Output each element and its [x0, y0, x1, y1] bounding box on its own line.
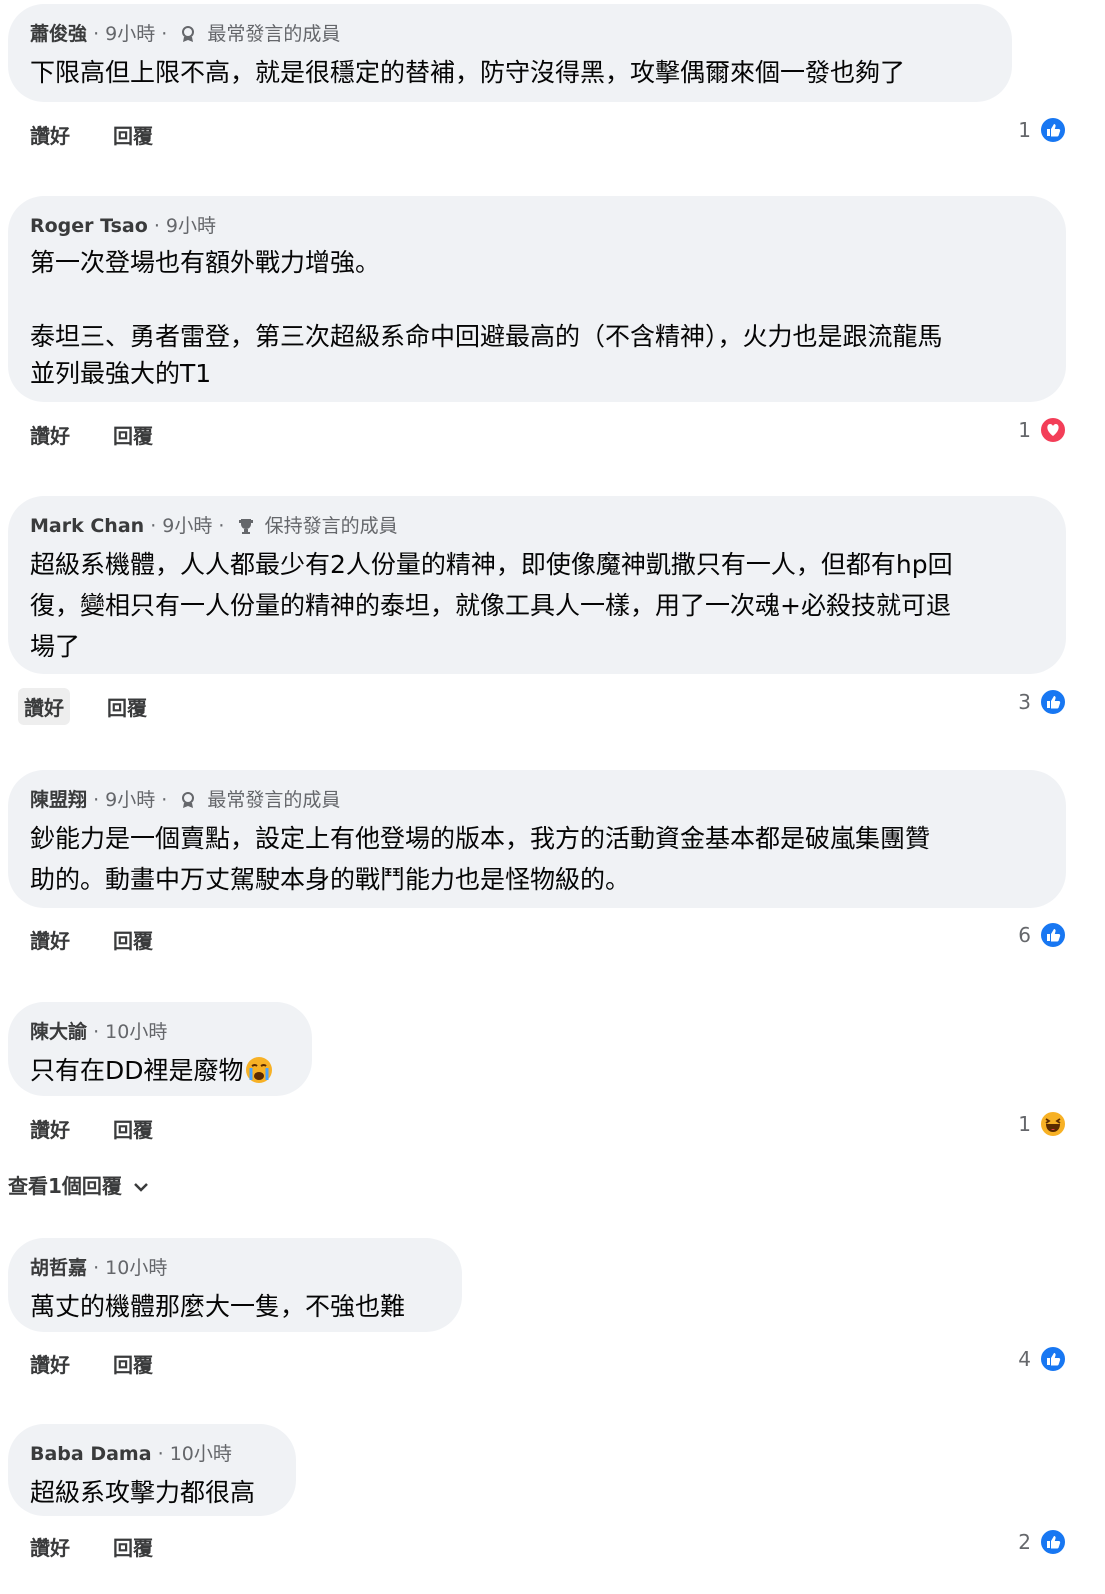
comment-actions: 讚好 回覆: [24, 1528, 183, 1565]
member-badge: 最常發言的成員: [207, 789, 341, 811]
reply-button[interactable]: 回覆: [107, 116, 159, 153]
like-button[interactable]: 讚好: [24, 116, 76, 153]
like-button[interactable]: 讚好: [18, 688, 70, 725]
comment-actions: 讚好 回覆: [18, 688, 177, 725]
comment-text: 超級系機體，人人都最少有2人份量的精神，即使像魔神凱撒只有一人，但都有hp回 復…: [30, 550, 953, 661]
reaction-count: 4: [1018, 1347, 1031, 1371]
like-button[interactable]: 讚好: [24, 1528, 76, 1565]
comment-text: 萬丈的機體那麼大一隻，不強也難: [30, 1292, 406, 1321]
comment-actions: 讚好 回覆: [24, 416, 183, 453]
reply-button[interactable]: 回覆: [107, 1345, 159, 1382]
reaction-count: 1: [1018, 1112, 1031, 1136]
comment-author[interactable]: 蕭俊強: [30, 23, 87, 45]
reaction-summary[interactable]: 6: [1018, 921, 1067, 949]
chevron-down-icon: [134, 1183, 148, 1192]
reaction-summary[interactable]: 4: [1018, 1345, 1067, 1373]
comment-meta: 陳盟翔 · 9小時 · 最常發言的成員: [30, 788, 1044, 812]
reaction-count: 1: [1018, 418, 1031, 442]
like-icon: [1039, 921, 1067, 949]
like-icon: [1039, 116, 1067, 144]
comment-meta: Baba Dama · 10小時: [30, 1442, 274, 1466]
comment-bubble: 陳盟翔 · 9小時 · 最常發言的成員 鈔能力是一個賣點，設定上有他登場的版本，…: [8, 770, 1066, 908]
comment-author[interactable]: 胡哲嘉: [30, 1257, 87, 1279]
reaction-summary[interactable]: 2: [1018, 1528, 1067, 1556]
comment-meta: 陳大諭 · 10小時: [30, 1020, 290, 1044]
reaction-count: 6: [1018, 923, 1031, 947]
reaction-count: 3: [1018, 690, 1031, 714]
member-icon: [179, 25, 197, 49]
comment-actions: 讚好 回覆: [24, 921, 183, 958]
comment-bubble: 胡哲嘉 · 10小時 萬丈的機體那麼大一隻，不強也難: [8, 1238, 462, 1332]
comment-time[interactable]: · 9小時: [154, 215, 216, 237]
comment-author[interactable]: Mark Chan: [30, 515, 144, 537]
like-icon: [1039, 688, 1067, 716]
reaction-summary[interactable]: 1: [1018, 1110, 1067, 1138]
reply-button[interactable]: 回覆: [107, 1110, 159, 1147]
reaction-count: 1: [1018, 118, 1031, 142]
comment-actions: 讚好 回覆: [24, 1110, 183, 1147]
comment-text: 超級系攻擊力都很高: [30, 1478, 256, 1507]
comment-bubble: 蕭俊強 · 9小時 · 最常發言的成員 下限高但上限不高，就是很穩定的替補，防守…: [8, 4, 1012, 102]
comment-bubble: 陳大諭 · 10小時 只有在DD裡是廢物: [8, 1002, 312, 1096]
comment-time[interactable]: · 9小時 ·: [93, 23, 167, 45]
comment-time[interactable]: · 10小時: [158, 1443, 232, 1465]
member-badge: 最常發言的成員: [207, 23, 341, 45]
comment-meta: 蕭俊強 · 9小時 · 最常發言的成員: [30, 22, 990, 46]
comment-text: 鈔能力是一個賣點，設定上有他登場的版本，我方的活動資金基本都是破嵐集團贊 助的。…: [30, 824, 931, 894]
haha-icon: [1039, 1110, 1067, 1138]
reaction-summary[interactable]: 3: [1018, 688, 1067, 716]
comment-text-content: 只有在DD裡是廢物: [30, 1056, 244, 1085]
comment-meta: Roger Tsao · 9小時: [30, 214, 1044, 238]
reaction-summary[interactable]: 1: [1018, 416, 1067, 444]
like-icon: [1039, 1528, 1067, 1556]
comment-meta: Mark Chan · 9小時 · 保持發言的成員: [30, 514, 1044, 538]
comment-author[interactable]: 陳大諭: [30, 1021, 87, 1043]
comment-bubble: Roger Tsao · 9小時 第一次登場也有額外戰力增強。 泰坦三、勇者雷登…: [8, 196, 1066, 402]
crying-emoji-icon: [245, 1057, 272, 1083]
love-icon: [1039, 416, 1067, 444]
comment-text: 只有在DD裡是廢物: [30, 1050, 290, 1091]
reply-button[interactable]: 回覆: [107, 1528, 159, 1565]
comment-time[interactable]: · 10小時: [93, 1257, 167, 1279]
like-button[interactable]: 讚好: [24, 1345, 76, 1382]
comment-actions: 讚好 回覆: [24, 1345, 183, 1382]
view-replies-link[interactable]: 查看1個回覆: [8, 1170, 149, 1199]
like-button[interactable]: 讚好: [24, 1110, 76, 1147]
comment-time[interactable]: · 10小時: [93, 1021, 167, 1043]
reaction-count: 2: [1018, 1530, 1031, 1554]
comment-meta: 胡哲嘉 · 10小時: [30, 1256, 440, 1280]
comment-bubble: Mark Chan · 9小時 · 保持發言的成員 超級系機體，人人都最少有2人…: [8, 496, 1066, 674]
comment-time[interactable]: · 9小時 ·: [150, 515, 224, 537]
comment-bubble: Baba Dama · 10小時 超級系攻擊力都很高: [8, 1424, 296, 1516]
comment-time[interactable]: · 9小時 ·: [93, 789, 167, 811]
comment-actions: 讚好 回覆: [24, 116, 183, 153]
view-replies-label: 查看1個回覆: [8, 1174, 122, 1198]
reaction-summary[interactable]: 1: [1018, 116, 1067, 144]
reply-button[interactable]: 回覆: [107, 921, 159, 958]
trophy-icon: [237, 517, 255, 541]
reply-button[interactable]: 回覆: [107, 416, 159, 453]
comment-author[interactable]: Roger Tsao: [30, 215, 148, 237]
like-button[interactable]: 讚好: [24, 921, 76, 958]
comment-author[interactable]: Baba Dama: [30, 1443, 152, 1465]
member-icon: [179, 791, 197, 815]
like-button[interactable]: 讚好: [24, 416, 76, 453]
comment-text: 下限高但上限不高，就是很穩定的替補，防守沒得黑，攻擊偶爾來個一發也夠了: [30, 58, 906, 87]
like-icon: [1039, 1345, 1067, 1373]
reply-button[interactable]: 回覆: [101, 688, 153, 725]
member-badge: 保持發言的成員: [264, 515, 398, 537]
comment-author[interactable]: 陳盟翔: [30, 789, 87, 811]
comment-text: 第一次登場也有額外戰力增強。 泰坦三、勇者雷登，第三次超級系命中回避最高的（不含…: [30, 248, 943, 388]
